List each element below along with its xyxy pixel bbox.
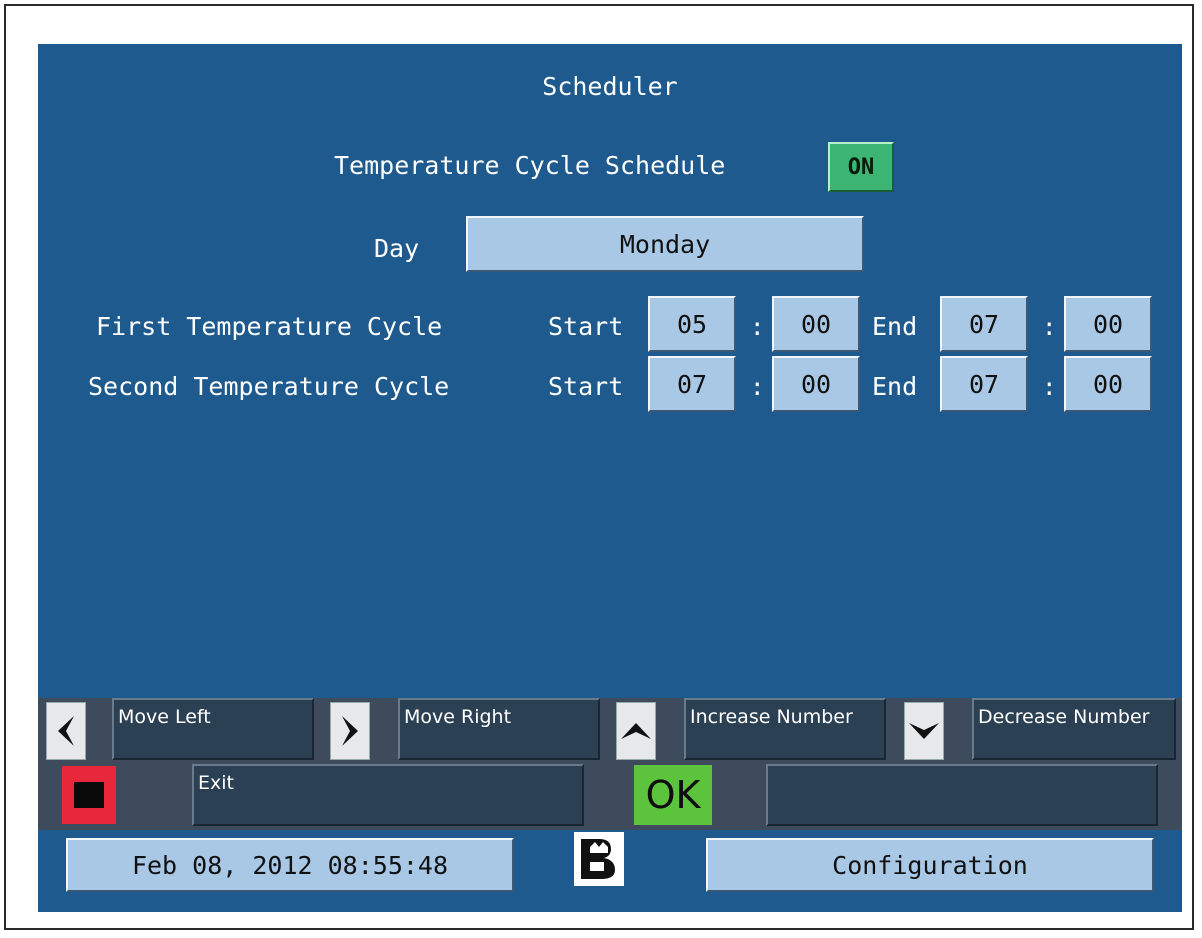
increase-number-button[interactable]	[616, 702, 656, 760]
right-arrow-icon	[342, 716, 358, 746]
move-right-button[interactable]	[330, 702, 370, 760]
schedule-toggle-button[interactable]: ON	[828, 142, 894, 192]
day-label: Day	[374, 234, 420, 263]
increase-number-label: Increase Number	[684, 698, 886, 760]
exit-button[interactable]	[62, 766, 116, 824]
second-cycle-label: Second Temperature Cycle	[88, 372, 450, 401]
ok-description-label	[766, 764, 1158, 826]
first-end-minute-field[interactable]: 00	[1064, 296, 1152, 352]
second-cycle-start-label: Start	[548, 372, 624, 401]
second-cycle-end-label: End	[872, 372, 918, 401]
datetime-display: Feb 08, 2012 08:55:48	[66, 838, 514, 892]
ok-button[interactable]: OK	[634, 765, 712, 825]
logo-icon	[581, 839, 615, 879]
down-arrow-icon	[909, 723, 939, 739]
up-arrow-icon	[621, 723, 651, 739]
move-left-button[interactable]	[46, 702, 86, 760]
second-start-hour-field[interactable]: 07	[648, 356, 736, 412]
first-cycle-label: First Temperature Cycle	[96, 312, 443, 341]
exit-label: Exit	[192, 764, 584, 826]
scheduler-screen: Scheduler Temperature Cycle Schedule ON …	[38, 44, 1182, 912]
page-title: Scheduler	[542, 72, 678, 101]
time-separator: :	[750, 313, 765, 341]
day-select-button[interactable]: Monday	[466, 216, 864, 272]
home-button[interactable]	[572, 830, 626, 888]
first-cycle-end-label: End	[872, 312, 918, 341]
first-end-hour-field[interactable]: 07	[940, 296, 1028, 352]
time-separator: :	[1042, 373, 1057, 401]
first-start-minute-field[interactable]: 00	[772, 296, 860, 352]
move-left-label: Move Left	[112, 698, 314, 760]
second-start-minute-field[interactable]: 00	[772, 356, 860, 412]
configuration-button[interactable]: Configuration	[706, 838, 1154, 892]
first-cycle-start-label: Start	[548, 312, 624, 341]
move-right-label: Move Right	[398, 698, 600, 760]
decrease-number-label: Decrease Number	[972, 698, 1176, 760]
second-end-minute-field[interactable]: 00	[1064, 356, 1152, 412]
decrease-number-button[interactable]	[904, 702, 944, 760]
time-separator: :	[1042, 313, 1057, 341]
hmi-frame: Scheduler Temperature Cycle Schedule ON …	[4, 4, 1194, 930]
time-separator: :	[750, 373, 765, 401]
schedule-label: Temperature Cycle Schedule	[334, 151, 726, 180]
stop-icon	[74, 782, 104, 808]
second-end-hour-field[interactable]: 07	[940, 356, 1028, 412]
first-start-hour-field[interactable]: 05	[648, 296, 736, 352]
left-arrow-icon	[58, 716, 74, 746]
